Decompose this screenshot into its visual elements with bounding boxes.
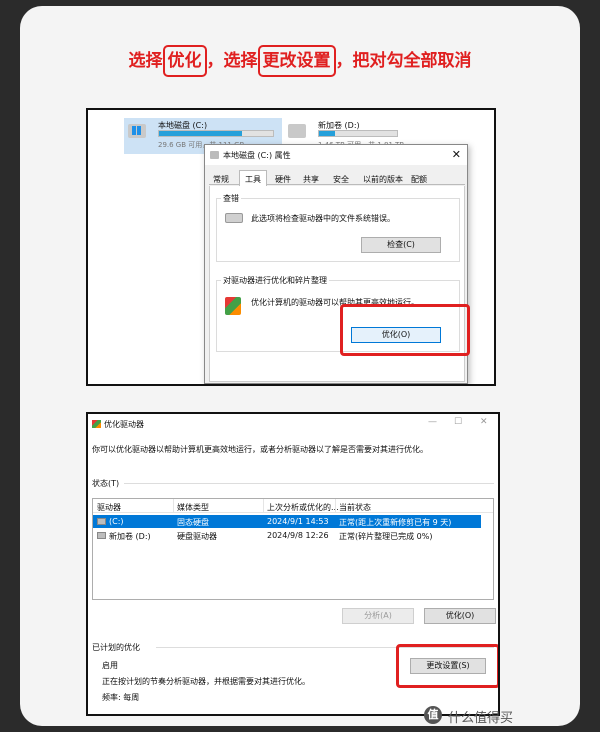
drive-d-usage-fill bbox=[319, 131, 335, 136]
close-icon[interactable]: ✕ bbox=[480, 417, 488, 427]
schedule-frequency: 频率: 每周 bbox=[102, 693, 140, 702]
site-watermark: 值 什么值得买 bbox=[424, 706, 574, 726]
headline-highlight-change-settings: 更改设置 bbox=[257, 45, 336, 77]
watermark-text: 什么值得买 bbox=[448, 711, 514, 726]
optimize-group-title: 对驱动器进行优化和碎片整理 bbox=[221, 275, 329, 286]
optimize-button[interactable]: 优化(O) bbox=[424, 608, 496, 624]
tab-tools[interactable]: 工具 bbox=[239, 170, 267, 186]
highlight-change-settings-box bbox=[396, 644, 498, 688]
row-status: 正常(碎片整理已完成 0%) bbox=[339, 532, 433, 541]
defrag-app-icon bbox=[92, 420, 101, 428]
drive-d-icon bbox=[288, 124, 306, 138]
check-button[interactable]: 检查(C) bbox=[361, 237, 441, 253]
drive-c-icon bbox=[128, 124, 146, 138]
headline-highlight-optimize: 优化 bbox=[162, 45, 207, 77]
row-last-run: 2024/9/8 12:26 bbox=[267, 531, 329, 540]
col-separator bbox=[263, 499, 264, 513]
drive-c-usage-bar bbox=[158, 130, 274, 137]
headline-text-1: 选择 bbox=[128, 51, 163, 71]
table-row[interactable]: (C:) 固态硬盘 2024/9/1 14:53 正常(距上次重新修剪已有 9 … bbox=[93, 515, 481, 528]
tab-hardware[interactable]: 硬件 bbox=[273, 173, 293, 185]
disk-icon bbox=[225, 213, 243, 223]
properties-tabs: 常规 工具 硬件 共享 安全 以前的版本 配额 bbox=[209, 170, 465, 186]
optimize-window-titlebar: 优化驱动器 — ☐ ✕ bbox=[88, 414, 498, 434]
intro-text: 你可以优化驱动器以帮助计算机更高效地运行，或者分析驱动器以了解是否需要对其进行优… bbox=[92, 445, 428, 454]
col-separator bbox=[335, 499, 336, 513]
row-status: 正常(距上次重新修剪已有 9 天) bbox=[339, 518, 452, 527]
drive-icon bbox=[97, 532, 106, 539]
optimize-window-title: 优化驱动器 bbox=[104, 420, 144, 429]
tab-previous-versions[interactable]: 以前的版本 bbox=[361, 173, 405, 185]
status-divider bbox=[124, 483, 494, 484]
watermark-badge-icon: 值 bbox=[424, 706, 442, 724]
highlight-optimize-box bbox=[340, 304, 470, 356]
error-check-group: 查错 此选项将检查驱动器中的文件系统错误。 检查(C) bbox=[216, 193, 460, 262]
error-check-desc: 此选项将检查驱动器中的文件系统错误。 bbox=[251, 214, 395, 223]
properties-title: 本地磁盘 (C:) 属性 bbox=[223, 151, 291, 160]
schedule-status: 启用 bbox=[102, 661, 118, 670]
properties-screenshot: 本地磁盘 (C:) 29.6 GB 可用，共 111 GB 新加卷 (D:) 1… bbox=[86, 108, 496, 386]
row-drive: 新加卷 (D:) bbox=[109, 532, 151, 541]
headline-text-3: ，把对勾全部取消 bbox=[335, 51, 472, 71]
drive-c-usage-fill bbox=[159, 131, 243, 136]
scheduled-optimization-label: 已计划的优化 bbox=[92, 643, 140, 652]
close-icon[interactable]: ✕ bbox=[452, 148, 461, 161]
maximize-icon[interactable]: ☐ bbox=[454, 417, 462, 427]
row-drive: (C:) bbox=[109, 517, 124, 526]
drives-list[interactable]: 驱动器 媒体类型 上次分析或优化的... 当前状态 (C:) 固态硬盘 2024… bbox=[92, 498, 494, 600]
tab-general[interactable]: 常规 bbox=[211, 173, 231, 185]
row-last-run: 2024/9/1 14:53 bbox=[267, 517, 329, 526]
col-drive[interactable]: 驱动器 bbox=[97, 502, 121, 513]
instruction-headline: 选择 优化 ，选择 更改设置 ，把对勾全部取消 bbox=[0, 45, 600, 77]
col-media-type[interactable]: 媒体类型 bbox=[177, 502, 209, 513]
row-media: 固态硬盘 bbox=[177, 518, 209, 527]
tab-quota[interactable]: 配额 bbox=[409, 173, 429, 185]
headline-text-2: ，选择 bbox=[206, 51, 258, 71]
drive-icon bbox=[210, 151, 219, 159]
analyze-button[interactable]: 分析(A) bbox=[342, 608, 414, 624]
table-row[interactable]: 新加卷 (D:) 硬盘驱动器 2024/9/8 12:26 正常(碎片整理已完成… bbox=[93, 529, 481, 542]
drive-icon bbox=[97, 518, 106, 525]
col-current-status[interactable]: 当前状态 bbox=[339, 502, 371, 513]
col-last-run[interactable]: 上次分析或优化的... bbox=[267, 502, 339, 513]
col-separator bbox=[173, 499, 174, 513]
defrag-icon bbox=[225, 297, 241, 315]
optimize-drives-screenshot: 优化驱动器 — ☐ ✕ 你可以优化驱动器以帮助计算机更高效地运行，或者分析驱动器… bbox=[86, 412, 500, 716]
tab-sharing[interactable]: 共享 bbox=[301, 173, 321, 185]
schedule-description: 正在按计划的节奏分析驱动器，并根据需要对其进行优化。 bbox=[102, 677, 310, 686]
drives-list-header: 驱动器 媒体类型 上次分析或优化的... 当前状态 bbox=[93, 499, 493, 513]
drive-d-usage-bar bbox=[318, 130, 398, 137]
tab-security[interactable]: 安全 bbox=[331, 173, 351, 185]
row-media: 硬盘驱动器 bbox=[177, 532, 217, 541]
windows-logo-icon bbox=[132, 126, 141, 135]
properties-titlebar: 本地磁盘 (C:) 属性 ✕ bbox=[205, 145, 467, 165]
error-check-title: 查错 bbox=[221, 193, 241, 204]
status-label: 状态(T) bbox=[92, 479, 120, 488]
minimize-icon[interactable]: — bbox=[428, 417, 437, 427]
